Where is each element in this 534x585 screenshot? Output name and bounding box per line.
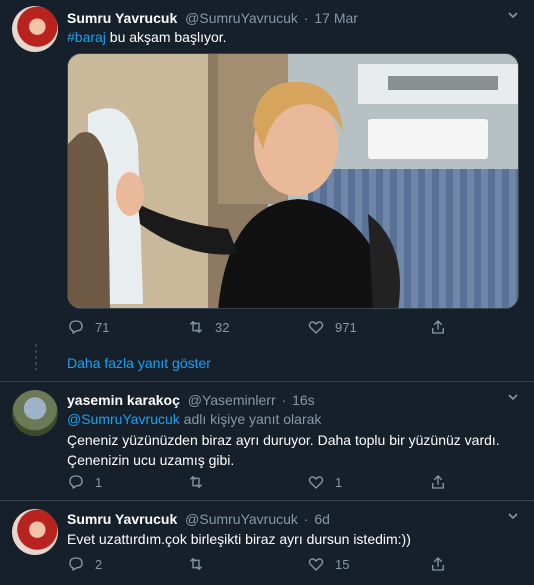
share-icon bbox=[432, 557, 444, 571]
heart-icon bbox=[308, 476, 324, 489]
share-icon bbox=[432, 320, 444, 334]
retweet-icon bbox=[190, 321, 202, 333]
author-handle[interactable]: @SumruYavrucuk bbox=[185, 511, 298, 527]
tweet-header: Sumru Yavrucuk @SumruYavrucuk · 17 Mar bbox=[67, 9, 358, 27]
retweet-button[interactable] bbox=[187, 472, 215, 492]
retweet-icon bbox=[190, 558, 202, 570]
hashtag-link[interactable]: #baraj bbox=[67, 29, 106, 45]
reply-count: 2 bbox=[95, 556, 103, 572]
retweet-icon bbox=[190, 476, 202, 488]
share-icon bbox=[432, 475, 444, 489]
reply-count: 71 bbox=[95, 319, 110, 335]
author-handle[interactable]: @Yaseminlerr bbox=[188, 392, 276, 408]
heart-icon bbox=[308, 321, 324, 334]
tweet-text: #baraj bu akşam başlıyor. bbox=[67, 27, 227, 47]
tweet-date[interactable]: 17 Mar bbox=[314, 10, 358, 26]
reply-icon bbox=[69, 320, 83, 334]
retweet-count: 32 bbox=[215, 319, 230, 335]
show-more-replies-link[interactable]: Daha fazla yanıt göster bbox=[67, 355, 211, 371]
reply-button[interactable]: 71 bbox=[67, 317, 109, 337]
reply-count: 1 bbox=[95, 474, 103, 490]
reply-icon bbox=[69, 557, 83, 571]
separator: · bbox=[303, 511, 309, 527]
tweet-date[interactable]: 6d bbox=[314, 511, 330, 527]
avatar[interactable] bbox=[12, 509, 58, 555]
share-button[interactable] bbox=[429, 472, 447, 492]
tweet-header: yasemin karakoç @Yaseminlerr · 16s bbox=[67, 391, 315, 409]
reply-icon bbox=[69, 475, 83, 489]
like-count: 1 bbox=[335, 474, 343, 490]
tweet-header: Sumru Yavrucuk @SumruYavrucuk · 6d bbox=[67, 510, 330, 528]
share-button[interactable] bbox=[429, 554, 447, 574]
author-name[interactable]: yasemin karakoç bbox=[67, 392, 180, 408]
photo-illustration bbox=[68, 54, 518, 308]
tweet-text: Çeneniz yüzünüzden biraz ayrı duruyor. D… bbox=[67, 430, 522, 470]
heart-icon bbox=[308, 558, 324, 571]
tweet-text-line: Çenenizin ucu uzamış gibi. bbox=[67, 452, 235, 468]
reply-button[interactable]: 1 bbox=[67, 472, 102, 492]
tweet-sumru-reply[interactable]: Sumru Yavrucuk @SumruYavrucuk · 6d Evet … bbox=[0, 501, 534, 585]
chevron-down-icon[interactable] bbox=[504, 509, 522, 527]
like-button[interactable]: 971 bbox=[307, 317, 357, 337]
separator: · bbox=[303, 10, 309, 26]
chevron-down-icon[interactable] bbox=[504, 390, 522, 408]
tweet-photo[interactable] bbox=[67, 53, 519, 309]
author-handle[interactable]: @SumruYavrucuk bbox=[185, 10, 298, 26]
tweet-sumru-1[interactable]: Sumru Yavrucuk @SumruYavrucuk · 17 Mar #… bbox=[0, 0, 534, 345]
tweet-yasemin[interactable]: yasemin karakoç @Yaseminlerr · 16s @Sumr… bbox=[0, 382, 534, 500]
retweet-button[interactable]: 32 bbox=[187, 317, 229, 337]
reply-context: @SumruYavrucuk adlı kişiye yanıt olarak bbox=[67, 409, 321, 429]
separator: · bbox=[281, 392, 287, 408]
tweet-actions: 1 1 bbox=[67, 472, 487, 492]
tweet-date[interactable]: 16s bbox=[292, 392, 315, 408]
like-button[interactable]: 15 bbox=[307, 554, 349, 574]
avatar[interactable] bbox=[12, 6, 58, 52]
tweet-actions: 2 15 bbox=[67, 554, 487, 574]
reply-to-label: adlı kişiye yanıt olarak bbox=[179, 411, 322, 427]
share-button[interactable] bbox=[429, 317, 447, 337]
author-name[interactable]: Sumru Yavrucuk bbox=[67, 511, 177, 527]
reply-to-handle[interactable]: @SumruYavrucuk bbox=[67, 411, 180, 427]
avatar[interactable] bbox=[12, 390, 58, 436]
tweet-actions: 71 32 971 bbox=[67, 317, 487, 337]
thread-connector bbox=[35, 344, 37, 370]
like-count: 971 bbox=[335, 319, 357, 335]
retweet-button[interactable] bbox=[187, 554, 215, 574]
tweet-body: bu akşam başlıyor. bbox=[105, 29, 227, 45]
reply-button[interactable]: 2 bbox=[67, 554, 102, 574]
tweet-text: Evet uzattırdım.çok birleşikti biraz ayr… bbox=[67, 531, 411, 547]
chevron-down-icon[interactable] bbox=[504, 8, 522, 26]
like-count: 15 bbox=[335, 556, 350, 572]
author-name[interactable]: Sumru Yavrucuk bbox=[67, 10, 177, 26]
tweet-text-line: Çeneniz yüzünüzden biraz ayrı duruyor. D… bbox=[67, 432, 500, 448]
like-button[interactable]: 1 bbox=[307, 472, 342, 492]
